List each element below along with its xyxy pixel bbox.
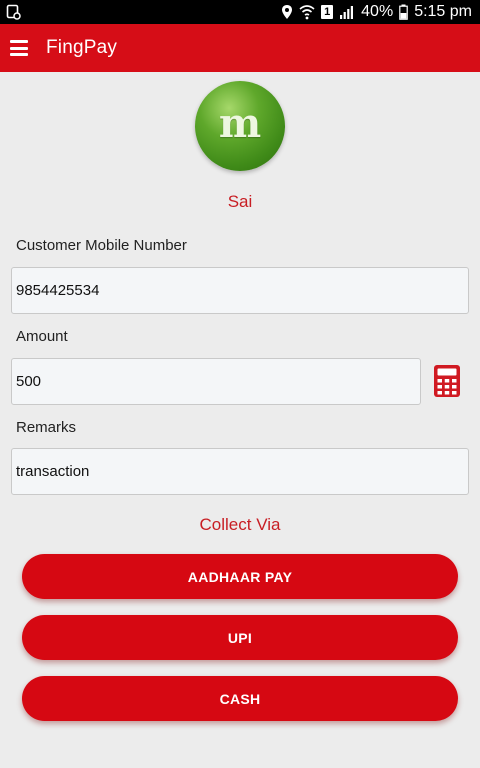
mobile-number-label: Customer Mobile Number (16, 237, 187, 254)
clock: 5:15 pm (414, 3, 472, 20)
cash-button[interactable]: CASH (22, 676, 458, 721)
battery-percent: 40% (361, 3, 394, 20)
status-bar: 1 40% 5:15 pm (0, 0, 480, 24)
mobile-number-input[interactable] (11, 267, 469, 314)
upi-button[interactable]: UPI (22, 615, 458, 660)
calculator-icon[interactable] (433, 364, 461, 398)
status-right: 1 40% 5:15 pm (281, 3, 472, 21)
app-bar: FingPay (0, 24, 480, 72)
signal-icon (340, 6, 354, 19)
user-name: Sai (227, 192, 253, 211)
avatar-letter: m (218, 99, 262, 147)
amount-label: Amount (16, 328, 68, 345)
sim-slot-badge: 1 (321, 5, 334, 19)
remarks-input[interactable] (11, 448, 469, 495)
avatar: m (195, 81, 285, 171)
cast-notification-icon (6, 4, 21, 20)
status-left (6, 4, 22, 20)
wifi-icon (299, 5, 315, 20)
aadhaar-pay-button[interactable]: AADHAAR PAY (22, 554, 458, 599)
amount-input[interactable] (11, 358, 421, 405)
app-title: FingPay (46, 37, 118, 58)
hamburger-menu-icon[interactable] (10, 40, 28, 56)
remarks-label: Remarks (16, 419, 77, 436)
battery-icon (399, 4, 408, 20)
collect-via-label: Collect Via (199, 515, 281, 534)
location-icon (282, 5, 293, 19)
